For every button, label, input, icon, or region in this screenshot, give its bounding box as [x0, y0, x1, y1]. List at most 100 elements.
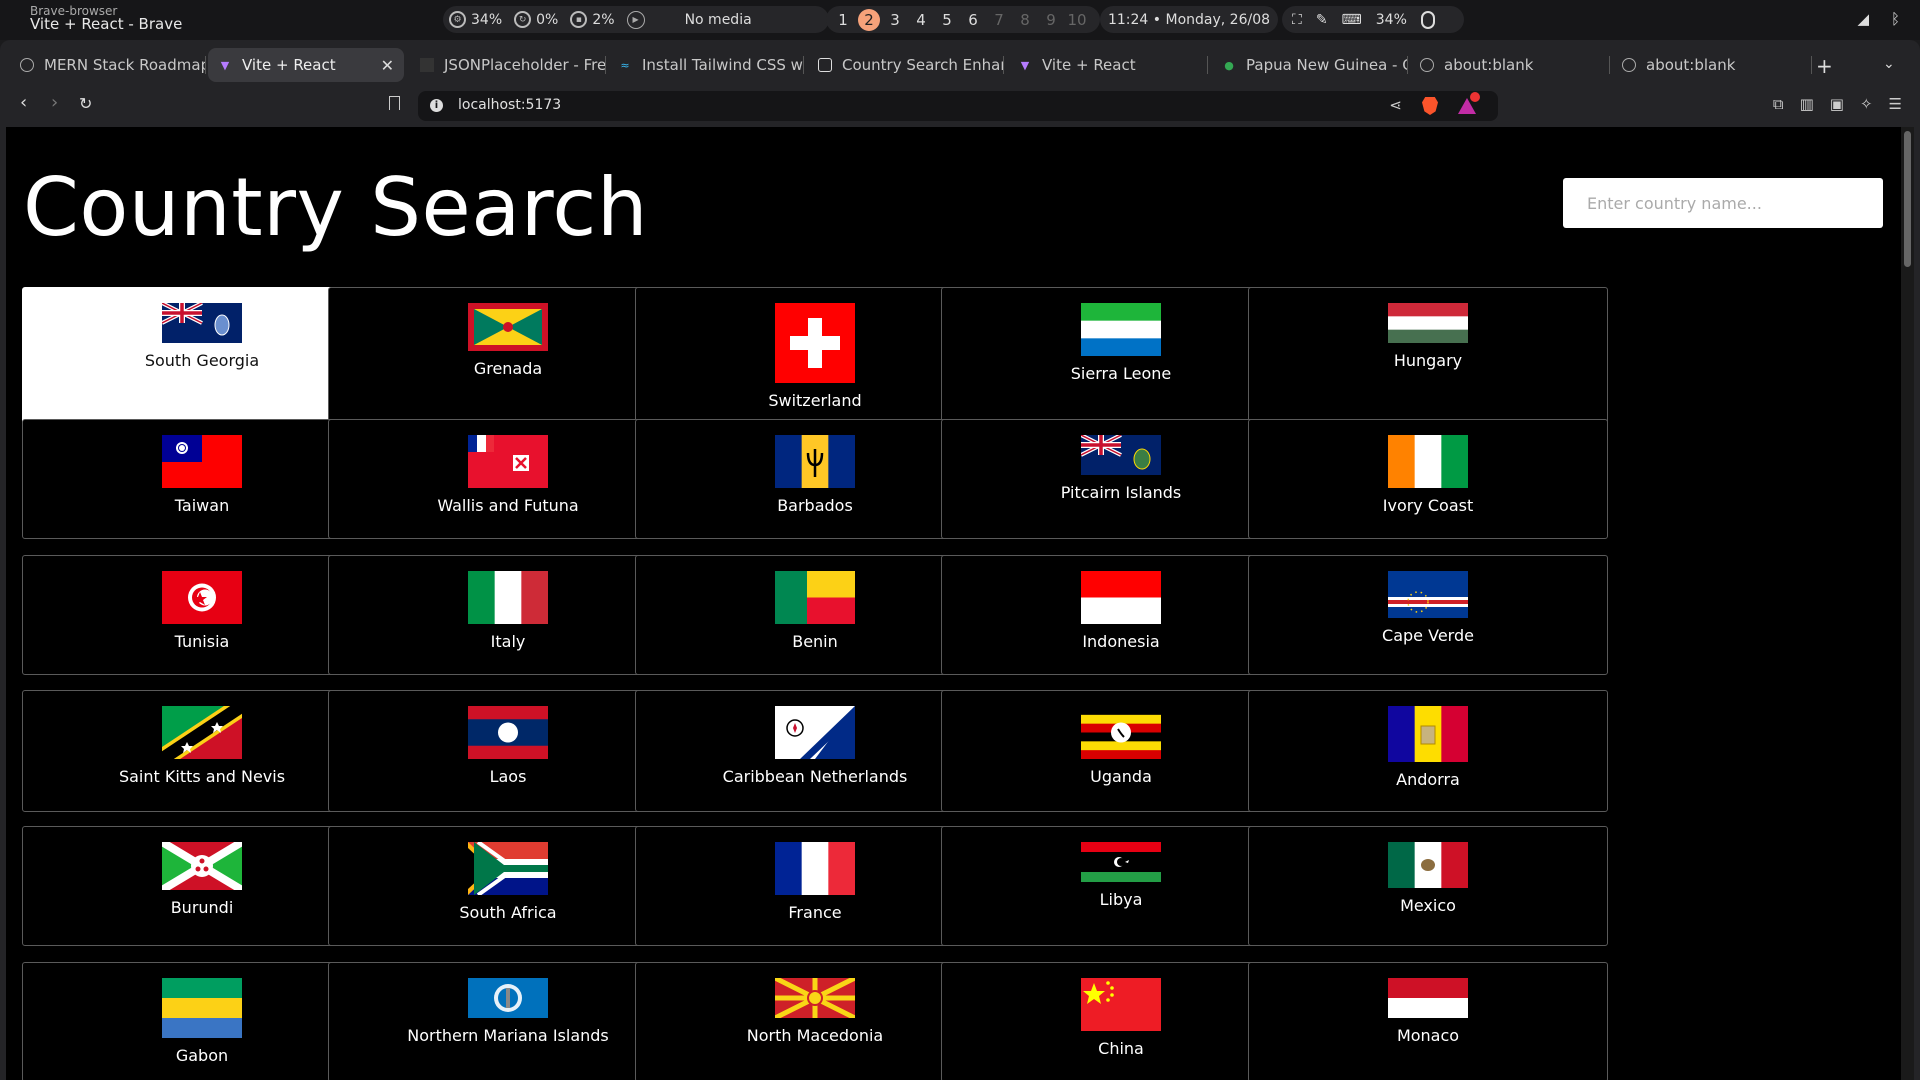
country-card[interactable]: Andorra: [1248, 690, 1608, 812]
workspace-9[interactable]: 9: [1038, 11, 1064, 29]
country-name: Cape Verde: [1382, 626, 1474, 645]
country-flag: [1081, 842, 1161, 886]
country-card[interactable]: Hungary: [1248, 287, 1608, 431]
tab-separator: [1811, 56, 1812, 74]
browser-toolbar: ‹ › ↻ i localhost:5173 ⋖ ⧉ ▥ ▣ ✧ ☰: [0, 86, 1920, 126]
country-card[interactable]: Wallis and Futuna: [328, 419, 688, 539]
country-card[interactable]: Ivory Coast: [1248, 419, 1608, 539]
country-card[interactable]: Monaco: [1248, 962, 1608, 1080]
maps-pin-icon: ●: [1224, 58, 1234, 72]
color-picker-icon[interactable]: ✎: [1316, 12, 1328, 28]
country-flag: [162, 435, 242, 492]
country-card[interactable]: Grenada: [328, 287, 688, 431]
workspace-8[interactable]: 8: [1012, 11, 1038, 29]
close-tab-icon[interactable]: ✕: [381, 56, 394, 75]
country-card[interactable]: Uganda: [941, 690, 1301, 812]
tab-separator: [605, 56, 606, 74]
country-card[interactable]: Pitcairn Islands: [941, 419, 1301, 539]
tab-vite-react[interactable]: ▼ Vite + React: [1008, 48, 1208, 82]
country-card[interactable]: Sierra Leone: [941, 287, 1301, 431]
page-scrollbar[interactable]: [1901, 127, 1914, 1080]
keyboard-icon[interactable]: ⌨: [1342, 12, 1362, 28]
country-card[interactable]: Libya: [941, 826, 1301, 946]
forward-icon[interactable]: ›: [51, 92, 58, 113]
tab-papua-new-guinea[interactable]: ● Papua New Guinea - G: [1212, 48, 1408, 82]
workspace-1[interactable]: 1: [830, 11, 856, 29]
brave-shields-icon[interactable]: [1422, 97, 1438, 115]
country-card[interactable]: Indonesia: [941, 555, 1301, 675]
tab-install-tailwind[interactable]: ≈ Install Tailwind CSS w: [608, 48, 804, 82]
wifi-icon[interactable]: ◢: [1857, 10, 1869, 28]
country-flag: [1081, 706, 1161, 763]
workspace-6[interactable]: 6: [960, 11, 986, 29]
workspace-3[interactable]: 3: [882, 11, 908, 29]
workspace-4[interactable]: 4: [908, 11, 934, 29]
chevron-down-icon[interactable]: ⌄: [1883, 56, 1895, 72]
country-card[interactable]: Italy: [328, 555, 688, 675]
country-search-input[interactable]: [1563, 178, 1883, 228]
system-tray: ◢ ᛒ: [1857, 10, 1900, 28]
tab-label: Install Tailwind CSS w: [642, 56, 803, 74]
tab-separator: [205, 56, 206, 74]
country-flag: [1388, 571, 1468, 622]
fullscreen-icon[interactable]: ⛶: [1292, 12, 1302, 28]
tab-vite-react-active[interactable]: ▼ Vite + React ✕: [208, 48, 404, 82]
share-icon[interactable]: ⋖: [1389, 96, 1402, 114]
page-title: Country Search: [23, 161, 649, 254]
country-flag: [468, 840, 548, 899]
workspace-2[interactable]: 2: [858, 8, 880, 31]
url-text[interactable]: localhost:5173: [458, 97, 561, 113]
country-card[interactable]: Mexico: [1248, 826, 1608, 946]
memory-icon: ▪: [570, 11, 588, 28]
country-flag: [159, 838, 245, 894]
extensions-icon[interactable]: ⧉: [1773, 95, 1784, 113]
scrollbar-thumb[interactable]: [1904, 131, 1911, 267]
menu-icon[interactable]: ☰: [1889, 95, 1902, 113]
battery-level: 34%: [1375, 11, 1407, 28]
back-icon[interactable]: ‹: [20, 92, 27, 113]
country-flag: [1388, 706, 1469, 766]
country-card[interactable]: Laos: [328, 690, 688, 812]
tab-label: JSONPlaceholder - Fre: [444, 56, 606, 74]
os-top-bar: Brave-browser Vite + React - Brave ⚙ 34% …: [0, 0, 1920, 40]
tab-mern-roadmap[interactable]: MERN Stack Roadmap: [10, 48, 206, 82]
tab-label: Vite + React: [1042, 56, 1136, 74]
country-name: Andorra: [1396, 770, 1460, 789]
globe-icon: [20, 58, 34, 72]
cpu-usage: 34%: [471, 11, 503, 28]
tab-about-blank-2[interactable]: about:blank: [1612, 48, 1812, 82]
country-name: Laos: [489, 767, 527, 786]
tab-separator: [1207, 56, 1208, 74]
bookmark-icon[interactable]: [389, 96, 400, 110]
country-flag: [775, 303, 855, 387]
country-flag: [775, 571, 855, 628]
reload-icon[interactable]: ↻: [79, 94, 92, 113]
bluetooth-icon[interactable]: ᛒ: [1891, 10, 1900, 28]
address-bar[interactable]: i localhost:5173 ⋖: [418, 91, 1498, 121]
country-name: South Africa: [459, 903, 557, 922]
workspace-7[interactable]: 7: [986, 11, 1012, 29]
tab-label: Papua New Guinea - G: [1246, 56, 1408, 74]
country-flag: [1081, 571, 1161, 628]
sidebar-icon[interactable]: ▥: [1800, 95, 1814, 113]
gpu-usage: 0%: [536, 11, 559, 28]
country-card[interactable]: Cape Verde: [1248, 555, 1608, 675]
media-play-icon[interactable]: ▶: [626, 10, 645, 29]
workspace-5[interactable]: 5: [934, 11, 960, 29]
tab-jsonplaceholder[interactable]: JSONPlaceholder - Fre: [410, 48, 606, 82]
country-card[interactable]: China: [941, 962, 1301, 1080]
workspace-10[interactable]: 10: [1064, 11, 1090, 29]
site-info-icon[interactable]: i: [430, 99, 443, 112]
window-title: Vite + React - Brave: [30, 15, 183, 33]
country-name: Indonesia: [1082, 632, 1160, 651]
tab-about-blank-1[interactable]: about:blank: [1410, 48, 1610, 82]
country-card[interactable]: Northern Mariana Islands: [328, 962, 688, 1080]
new-tab-icon[interactable]: +: [1816, 54, 1833, 78]
country-flag: [156, 697, 248, 768]
jsonplaceholder-icon: [420, 58, 434, 72]
tab-country-search-enhance[interactable]: Country Search Enhan: [808, 48, 1004, 82]
notification-badge: [1470, 92, 1480, 102]
country-card[interactable]: South Africa: [328, 826, 688, 946]
wallet-icon[interactable]: ▣: [1830, 95, 1844, 113]
leo-ai-icon[interactable]: ✧: [1860, 95, 1873, 113]
